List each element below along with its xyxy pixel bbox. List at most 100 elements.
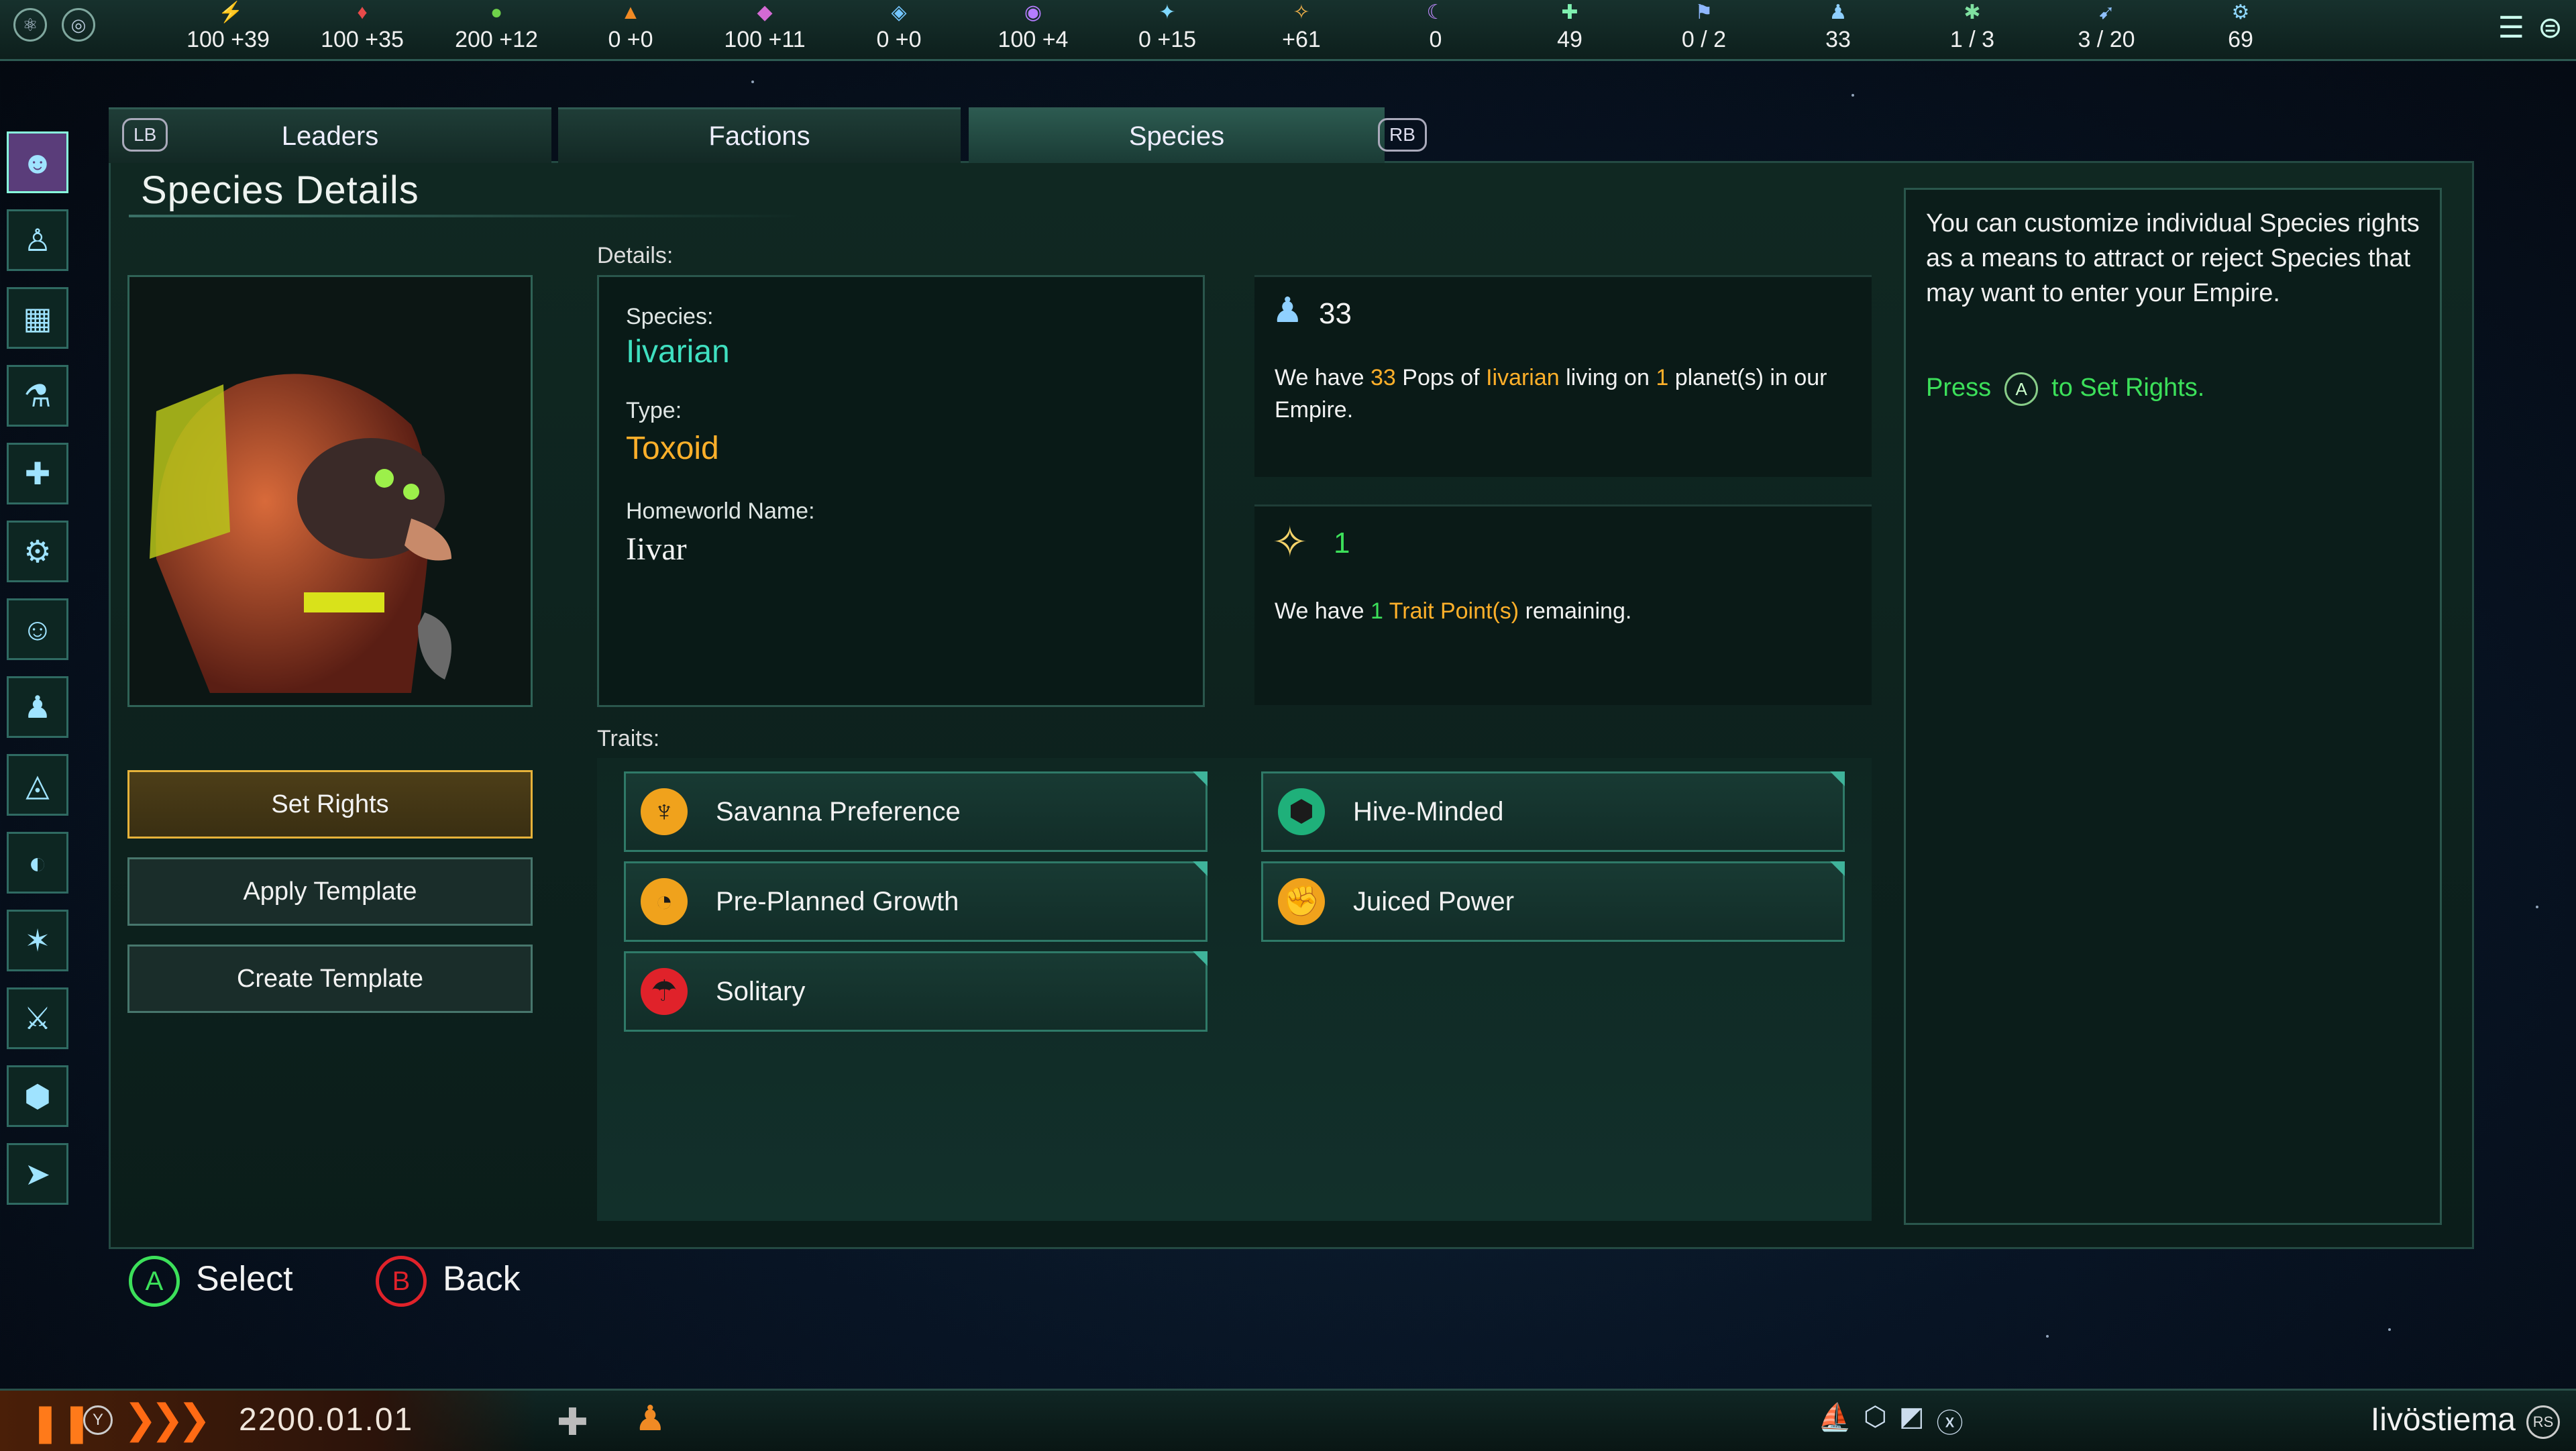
resource-item[interactable]: ♟ 33 <box>1771 0 1905 59</box>
resource-item[interactable]: ✱ 1 / 3 <box>1905 0 2039 59</box>
resource-value: 3 / 20 <box>2078 27 2135 52</box>
hive-icon: ⬢ <box>1278 788 1325 835</box>
rb-button[interactable]: RB <box>1378 118 1427 152</box>
species-portrait <box>127 275 533 707</box>
resource-item[interactable]: ⚙ 69 <box>2174 0 2308 59</box>
tab-label: Factions <box>708 121 810 151</box>
sidebar-policies-icon[interactable]: ♟ <box>7 676 68 738</box>
resource-item[interactable]: ▲ 0 +0 <box>564 0 698 59</box>
a-button-icon: A <box>129 1256 180 1307</box>
tab-label: Leaders <box>281 121 379 151</box>
top-right-icons: ☰ ⊜ <box>2498 11 2563 45</box>
dpad-icon: ✚ <box>557 1401 588 1443</box>
starbase-icon: ✱ <box>1964 1 1981 23</box>
trade-icon: ✧ <box>1293 1 1310 23</box>
apply-template-button[interactable]: Apply Template <box>127 857 533 926</box>
options-icon[interactable]: ⊜ <box>2538 11 2563 45</box>
resource-item[interactable]: ☾ 0 <box>1368 0 1503 59</box>
a-button-icon: A <box>2004 372 2039 406</box>
sidebar-galaxy-icon[interactable]: ◐ <box>7 832 68 894</box>
research-icon: ✦ <box>1159 1 1176 23</box>
sidebar-research-icon[interactable]: ⚗ <box>7 365 68 427</box>
tab-species[interactable]: Species <box>969 107 1385 163</box>
speed-arrows-icon[interactable]: ❯❯❯ <box>123 1396 211 1443</box>
resource-item[interactable]: ◉ 100 +4 <box>966 0 1100 59</box>
tooltip-panel: You can customize individual Species rig… <box>1904 188 2442 1225</box>
homeworld-value: Iivar <box>626 531 687 567</box>
sidebar-planets-icon[interactable]: ▦ <box>7 287 68 349</box>
resource-item[interactable]: ⚡ 100 +39 <box>161 0 295 59</box>
select-hint[interactable]: A Select <box>129 1256 293 1307</box>
resource-item[interactable]: ➹ 3 / 20 <box>2039 0 2174 59</box>
outliner-icon[interactable]: ⚛ <box>13 8 47 42</box>
trait-juiced-power[interactable]: ✊ Juiced Power <box>1261 861 1845 942</box>
resource-item[interactable]: ⚑ 0 / 2 <box>1637 0 1771 59</box>
shield-icon[interactable]: ⬡ <box>1864 1401 1887 1440</box>
juiced-power-icon: ✊ <box>1278 878 1325 925</box>
trait-savanna-preference[interactable]: ♆ Savanna Preference <box>624 771 1208 852</box>
trait-corner <box>1193 861 1208 876</box>
game-date: 2200.01.01 <box>239 1402 414 1438</box>
planets-icon: ⚑ <box>1695 1 1713 23</box>
traits-heading: Traits: <box>597 726 660 751</box>
sidebar-contacts-icon[interactable]: ◬ <box>7 754 68 816</box>
resource-bar: ⚛ ◎ ⚡ 100 +39 ♦ 100 +35 ● 200 +12 ▲ 0 +0 ◆ 100 +1… <box>0 0 2576 61</box>
trait-solitary[interactable]: ☂ Solitary <box>624 951 1208 1032</box>
create-template-button[interactable]: Create Template <box>127 945 533 1013</box>
sidebar-edicts-icon[interactable]: ⬢ <box>7 1065 68 1127</box>
tab-factions[interactable]: Factions <box>558 107 961 163</box>
resource-value: 100 +4 <box>998 27 1069 52</box>
resource-value: 0 <box>1429 27 1442 52</box>
species-label: Species: <box>626 304 714 329</box>
influence-icon: ◉ <box>1024 1 1042 23</box>
tab-label: Species <box>1128 121 1225 151</box>
sidebar-fleet-icon[interactable]: ➤ <box>7 1143 68 1205</box>
traits-panel: ♆ Savanna Preference ⬢ Hive-Minded ◔ Pre… <box>597 758 1872 1221</box>
set-rights-button[interactable]: Set Rights <box>127 770 533 839</box>
resource-item[interactable]: ◈ 0 +0 <box>832 0 966 59</box>
sidebar-species-icon[interactable]: ☻ <box>7 131 68 193</box>
resource-value: 0 +0 <box>608 27 653 52</box>
fleet-manager-icon[interactable]: ⛵ <box>1818 1401 1851 1440</box>
trait-points-description: We have 1 Trait Point(s) remaining. <box>1275 598 1632 624</box>
resource-item[interactable]: ♦ 100 +35 <box>295 0 429 59</box>
psionic-icon: ☾ <box>1426 1 1445 23</box>
resource-item[interactable]: ● 200 +12 <box>429 0 564 59</box>
lb-button[interactable]: LB <box>122 118 168 152</box>
resource-value: 100 +11 <box>724 27 806 52</box>
species-portrait-image <box>129 277 531 705</box>
resource-item[interactable]: ✦ 0 +15 <box>1100 0 1234 59</box>
trait-label: Juiced Power <box>1353 887 1515 916</box>
resource-item[interactable]: ✚ 49 <box>1503 0 1637 59</box>
naval-icon: ⚙ <box>2231 1 2250 23</box>
sidebar-wars-icon[interactable]: ⚔ <box>7 987 68 1049</box>
sidebar-federation-icon[interactable]: ✶ <box>7 910 68 971</box>
growth-icon: ◔ <box>641 878 688 925</box>
bottom-bar: ❚❚ Y ❯❯❯ 2200.01.01 ✚ ♟ ⛵ ⬡ ◩ ⓧ Iivöstie… <box>0 1389 2576 1451</box>
sidebar-situations-icon[interactable]: ✚ <box>7 443 68 504</box>
species-value: Iivarian <box>626 334 730 370</box>
pops-description: We have 33 Pops of Iivarian living on 1 … <box>1275 365 1827 423</box>
top-left-icons: ⚛ ◎ <box>13 8 95 42</box>
trait-points-count: 1 <box>1334 527 1350 559</box>
tooltip-press-hint: Press Ato Set Rights. <box>1926 372 2204 406</box>
y-button-icon: Y <box>83 1405 113 1435</box>
sidebar-factions-icon[interactable]: ⚙ <box>7 521 68 582</box>
resource-item[interactable]: ✧ +61 <box>1234 0 1368 59</box>
tab-leaders[interactable]: Leaders <box>109 107 551 163</box>
empire-name: Iivöstiema <box>2370 1402 2516 1438</box>
map-mode-icon[interactable]: ◩ <box>1899 1401 1925 1440</box>
resource-item[interactable]: ◆ 100 +11 <box>698 0 832 59</box>
title-underline <box>129 215 806 217</box>
tooltip-text: You can customize individual Species rig… <box>1926 209 2420 307</box>
sidebar-leaders-icon[interactable]: ♙ <box>7 209 68 271</box>
back-hint[interactable]: B Back <box>376 1256 521 1307</box>
hamburger-menu-icon[interactable]: ☰ <box>2498 11 2524 45</box>
fleet-icon: ➹ <box>2098 1 2115 23</box>
menu-circle-icon[interactable]: ◎ <box>62 8 95 42</box>
pops-bottom-icon[interactable]: ♟ <box>635 1399 666 1439</box>
sidebar-traditions-icon[interactable]: ☺ <box>7 598 68 660</box>
resource-value: 200 +12 <box>455 27 538 52</box>
trait-pre-planned-growth[interactable]: ◔ Pre-Planned Growth <box>624 861 1208 942</box>
trait-hive-minded[interactable]: ⬢ Hive-Minded <box>1261 771 1845 852</box>
